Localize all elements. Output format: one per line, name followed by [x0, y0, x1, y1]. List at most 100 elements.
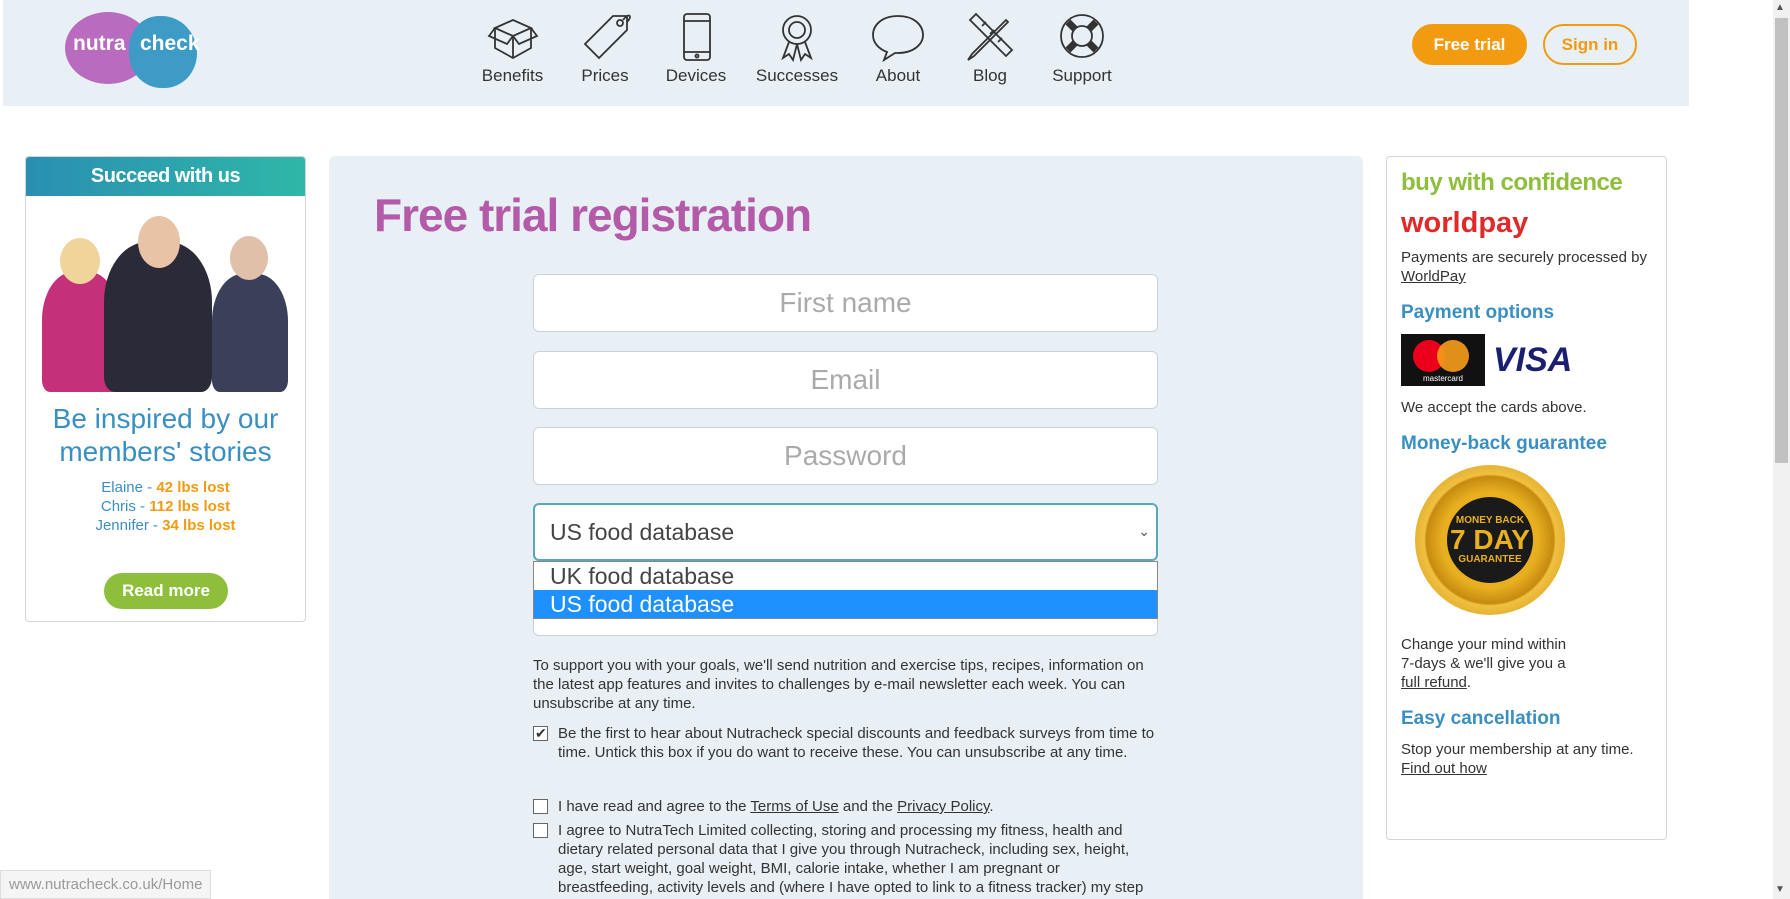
nutracheck-logo[interactable]: nutra check: [65, 12, 200, 88]
box-icon: [487, 19, 538, 60]
mastercard-logo: mastercard: [1401, 334, 1485, 386]
nav-benefits[interactable]: Benefits: [465, 12, 560, 86]
badge-bottom-text: GUARANTEE: [1458, 554, 1522, 565]
find-out-how-link[interactable]: Find out how: [1401, 760, 1487, 777]
terms-suffix: .: [989, 798, 994, 815]
offers-consent-row: Be the first to hear about Nutracheck sp…: [533, 724, 1158, 762]
stat-lost: 42 lbs lost: [156, 479, 230, 496]
payment-options-heading: Payment options: [1401, 302, 1555, 323]
buy-confidence-heading: buy with confidence: [1401, 169, 1623, 196]
main-nav: Benefits Prices Devices Successes About …: [465, 12, 1128, 86]
lifebuoy-icon: [1060, 14, 1104, 58]
member-elaine-head: [60, 238, 100, 284]
accept-text: We accept the cards above.: [1401, 399, 1587, 416]
price-tag-icon: [583, 14, 631, 60]
stat-row: Chris - 112 lbs lost: [100, 498, 231, 515]
form-title: Free trial registration: [374, 189, 812, 241]
terms-of-use-link[interactable]: Terms of Use: [750, 798, 838, 815]
stat-lost: 112 lbs lost: [149, 498, 231, 515]
nav-label: About: [875, 66, 921, 85]
nav-label: Successes: [755, 66, 839, 85]
success-stories-panel: Succeed with us Be inspired by our membe…: [25, 156, 306, 622]
member-jennifer-figure: [212, 274, 288, 392]
stat-lost: 34 lbs lost: [162, 517, 236, 534]
privacy-policy-link[interactable]: Privacy Policy: [897, 798, 989, 815]
terms-text: I have read and agree to the Terms of Us…: [558, 797, 994, 816]
mastercard-label: mastercard: [1422, 374, 1463, 383]
password-input[interactable]: Password: [533, 427, 1158, 485]
badge-mid-text: 7 DAY: [1450, 524, 1530, 555]
nav-prices[interactable]: Prices: [560, 12, 650, 86]
food-database-select[interactable]: US food database ⌄: [533, 503, 1158, 561]
change-mind-label: Change your mind within 7-days & we'll g…: [1401, 636, 1567, 672]
award-ribbon-icon: [781, 15, 813, 62]
chevron-down-icon: ⌄: [1138, 523, 1150, 539]
scroll-down-arrow-icon[interactable]: ▼: [1775, 884, 1785, 895]
badge-center: MONEY BACK 7 DAY GUARANTEE: [1447, 497, 1533, 583]
worldpay-logo: worldpay: [1401, 207, 1529, 239]
option-uk-food-database[interactable]: UK food database: [534, 562, 1157, 590]
nav-blog[interactable]: Blog: [944, 12, 1036, 86]
stat-row: Elaine - 42 lbs lost: [101, 479, 230, 496]
full-refund-link[interactable]: full refund: [1401, 674, 1467, 691]
processed-label: Payments are securely processed by: [1401, 249, 1647, 266]
speech-bubble-icon: [872, 15, 924, 62]
phone-icon: [683, 13, 711, 61]
terms-consent-row: I have read and agree to the Terms of Us…: [533, 797, 1158, 816]
pencil-ruler-icon: [967, 12, 1014, 61]
nav-label: Devices: [665, 66, 727, 85]
stop-text: Stop your membership at any time.: [1401, 741, 1634, 758]
scroll-up-arrow-icon[interactable]: ▲: [1775, 2, 1785, 13]
option-us-food-database[interactable]: US food database: [534, 590, 1157, 618]
member-stats: Elaine - 42 lbs lost Chris - 112 lbs los…: [26, 478, 305, 535]
members-photo: [32, 196, 299, 392]
stat-name: Chris: [100, 498, 136, 515]
card-logos: mastercard VISA: [1401, 334, 1652, 386]
page: nutra check Benefits Prices Devices Succ…: [0, 0, 1790, 899]
first-name-input[interactable]: First name: [533, 274, 1158, 332]
nav-label: Blog: [972, 66, 1008, 85]
logo-text-check: check: [140, 32, 200, 55]
succeed-banner: Succeed with us: [26, 157, 305, 196]
email-input[interactable]: Email: [533, 351, 1158, 409]
cancel-text: Stop your membership at any time. Find o…: [1401, 740, 1652, 778]
free-trial-button[interactable]: Free trial: [1412, 24, 1527, 65]
worldpay-link[interactable]: WorldPay: [1401, 268, 1466, 285]
offers-text: Be the first to hear about Nutracheck sp…: [558, 725, 1155, 761]
read-more-button[interactable]: Read more: [104, 573, 228, 609]
processed-text: Payments are securely processed by World…: [1401, 248, 1652, 286]
data-consent-checkbox[interactable]: [533, 823, 548, 838]
money-back-heading: Money-back guarantee: [1401, 433, 1607, 454]
nav-label: Prices: [581, 66, 629, 85]
offers-checkbox[interactable]: [533, 724, 548, 743]
data-consent-text: I agree to NutraTech Limited collecting,…: [558, 822, 1144, 896]
nav-label: Benefits: [481, 66, 544, 85]
registration-form: Free trial registration First name Email…: [329, 156, 1363, 899]
mastercard-orange-circle: [1437, 340, 1469, 372]
sign-in-button[interactable]: Sign in: [1543, 24, 1637, 65]
easy-cancellation-heading: Easy cancellation: [1401, 708, 1561, 729]
inspire-headline: Be inspired by our members' stories: [52, 403, 279, 467]
visa-logo: VISA: [1493, 340, 1573, 379]
stat-name: Jennifer: [95, 517, 149, 534]
change-mind-text: Change your mind within 7-days & we'll g…: [1401, 636, 1567, 691]
nav-about[interactable]: About: [852, 12, 944, 86]
terms-checkbox[interactable]: [533, 799, 548, 814]
scrollbar-thumb[interactable]: [1775, 18, 1788, 463]
food-database-dropdown: UK food database US food database: [533, 561, 1158, 619]
logo-text-nutra: nutra: [73, 32, 126, 55]
newsletter-info: To support you with your goals, we'll se…: [533, 657, 1144, 712]
money-back-guarantee-badge: MONEY BACK 7 DAY GUARANTEE: [1415, 465, 1565, 615]
member-chris-head: [138, 216, 180, 268]
nav-devices[interactable]: Devices: [650, 12, 742, 86]
nav-support[interactable]: Support: [1036, 12, 1128, 86]
terms-prefix: I have read and agree to the: [558, 798, 751, 815]
data-consent-row: I agree to NutraTech Limited collecting,…: [533, 821, 1158, 897]
select-value: US food database: [550, 518, 735, 545]
buy-confidence-panel: buy with confidence worldpay Payments ar…: [1386, 156, 1667, 840]
nav-label: Support: [1052, 66, 1112, 85]
site-header: nutra check Benefits Prices Devices Succ…: [3, 0, 1689, 106]
member-jennifer-head: [230, 236, 268, 280]
nav-successes[interactable]: Successes: [742, 12, 852, 86]
status-bar-url: www.nutracheck.co.uk/Home: [0, 870, 212, 899]
